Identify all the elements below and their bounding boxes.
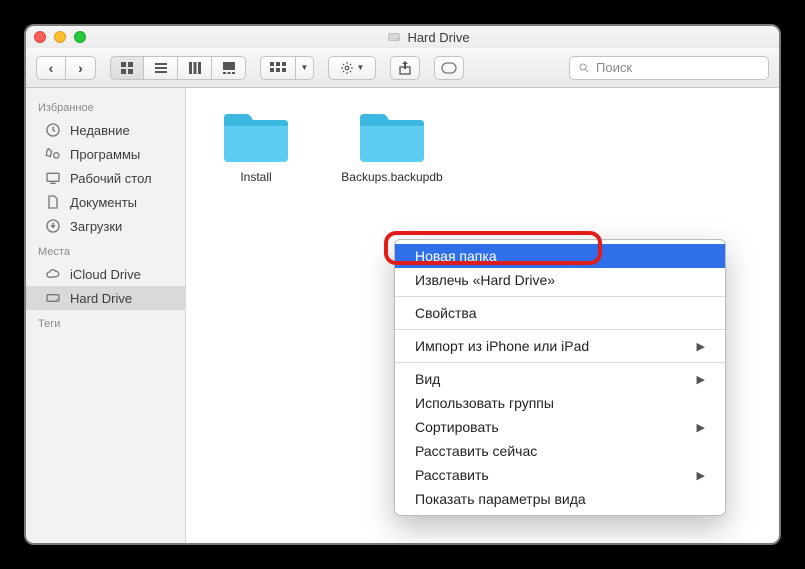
sidebar-item-desktop[interactable]: Рабочий стол — [26, 166, 185, 190]
sidebar-item-label: Загрузки — [70, 219, 122, 234]
ctx-item-label: Извлечь «Hard Drive» — [415, 272, 555, 288]
context-menu: Новая папка Извлечь «Hard Drive» Свойств… — [394, 239, 726, 516]
docs-icon — [44, 193, 62, 211]
arrange-icon — [270, 62, 286, 74]
view-mode-buttons — [110, 56, 246, 80]
ctx-use-groups[interactable]: Использовать группы — [395, 391, 725, 415]
folder-label: Install — [240, 170, 271, 185]
ctx-item-label: Расставить сейчас — [415, 443, 537, 459]
clock-icon — [44, 121, 62, 139]
action-button[interactable]: ▼ — [328, 56, 376, 80]
sidebar-item-label: Рабочий стол — [70, 171, 152, 186]
grid-icon — [120, 61, 134, 75]
ctx-cleanup-by[interactable]: Расставить ▶ — [395, 463, 725, 487]
chevron-right-icon: ▶ — [697, 340, 705, 353]
arrange-button[interactable] — [260, 56, 296, 80]
ctx-separator — [395, 362, 725, 363]
sidebar-item-label: Документы — [70, 195, 137, 210]
gear-icon — [340, 61, 354, 75]
folder-install[interactable]: Install — [206, 112, 306, 185]
sidebar-item-recents[interactable]: Недавние — [26, 118, 185, 142]
folder-icon — [358, 112, 426, 164]
close-button[interactable] — [34, 31, 46, 43]
tags-button[interactable] — [434, 56, 464, 80]
search-icon — [578, 62, 590, 74]
window-title-label: Hard Drive — [407, 30, 469, 45]
search-field[interactable]: Поиск — [569, 56, 769, 80]
sidebar-item-downloads[interactable]: Загрузки — [26, 214, 185, 238]
share-icon — [399, 61, 411, 75]
ctx-item-label: Импорт из iPhone или iPad — [415, 338, 589, 354]
chevron-right-icon: ▶ — [697, 469, 705, 482]
ctx-cleanup-now[interactable]: Расставить сейчас — [395, 439, 725, 463]
arrange-dropdown[interactable]: ▼ — [296, 56, 314, 80]
ctx-item-label: Сортировать — [415, 419, 499, 435]
ctx-item-label: Вид — [415, 371, 440, 387]
icon-view-button[interactable] — [110, 56, 144, 80]
action-group: ▼ — [328, 56, 376, 80]
ctx-separator — [395, 296, 725, 297]
ctx-item-label: Показать параметры вида — [415, 491, 586, 507]
nav-buttons: ‹ › — [36, 56, 96, 80]
sidebar-item-label: Программы — [70, 147, 140, 162]
ctx-new-folder[interactable]: Новая папка — [395, 244, 725, 268]
ctx-view[interactable]: Вид ▶ — [395, 367, 725, 391]
window-controls — [34, 31, 86, 43]
apps-icon — [44, 145, 62, 163]
list-view-button[interactable] — [144, 56, 178, 80]
sidebar-item-icloud[interactable]: iCloud Drive — [26, 262, 185, 286]
chevron-right-icon: ▶ — [697, 421, 705, 434]
desktop-icon — [44, 169, 62, 187]
disk-icon — [44, 289, 62, 307]
column-view-button[interactable] — [178, 56, 212, 80]
sidebar: Избранное Недавние Программы Рабочий сто… — [26, 88, 186, 543]
sidebar-item-harddrive[interactable]: Hard Drive — [26, 286, 185, 310]
folder-backups[interactable]: Backups.backupdb — [342, 112, 442, 185]
disk-icon — [387, 30, 401, 44]
ctx-separator — [395, 329, 725, 330]
sidebar-item-label: Hard Drive — [70, 291, 132, 306]
maximize-button[interactable] — [74, 31, 86, 43]
sidebar-item-documents[interactable]: Документы — [26, 190, 185, 214]
share-button[interactable] — [390, 56, 420, 80]
ctx-sort[interactable]: Сортировать ▶ — [395, 415, 725, 439]
ctx-item-label: Использовать группы — [415, 395, 554, 411]
sidebar-item-applications[interactable]: Программы — [26, 142, 185, 166]
folder-icon — [222, 112, 290, 164]
ctx-import[interactable]: Импорт из iPhone или iPad ▶ — [395, 334, 725, 358]
toolbar: ‹ › ▼ ▼ — [26, 48, 779, 88]
window-title: Hard Drive — [86, 30, 771, 45]
folder-label: Backups.backupdb — [341, 170, 442, 185]
tag-icon — [441, 62, 457, 74]
back-button[interactable]: ‹ — [36, 56, 66, 80]
downloads-icon — [44, 217, 62, 235]
ctx-item-label: Свойства — [415, 305, 476, 321]
chevron-right-icon: ▶ — [697, 373, 705, 386]
list-icon — [154, 61, 168, 75]
arrange-group: ▼ — [260, 56, 314, 80]
columns-icon — [188, 61, 202, 75]
gallery-icon — [222, 61, 236, 75]
ctx-item-label: Новая папка — [415, 248, 497, 264]
cloud-icon — [44, 265, 62, 283]
forward-button[interactable]: › — [66, 56, 96, 80]
search-placeholder: Поиск — [596, 60, 632, 75]
minimize-button[interactable] — [54, 31, 66, 43]
ctx-getinfo[interactable]: Свойства — [395, 301, 725, 325]
ctx-item-label: Расставить — [415, 467, 489, 483]
sidebar-item-label: Недавние — [70, 123, 130, 138]
gallery-view-button[interactable] — [212, 56, 246, 80]
sidebar-section-locations: Места — [26, 238, 185, 262]
sidebar-section-favorites: Избранное — [26, 94, 185, 118]
sidebar-item-label: iCloud Drive — [70, 267, 141, 282]
ctx-show-view-options[interactable]: Показать параметры вида — [395, 487, 725, 511]
titlebar: Hard Drive — [26, 26, 779, 48]
ctx-eject[interactable]: Извлечь «Hard Drive» — [395, 268, 725, 292]
sidebar-section-tags: Теги — [26, 310, 185, 334]
